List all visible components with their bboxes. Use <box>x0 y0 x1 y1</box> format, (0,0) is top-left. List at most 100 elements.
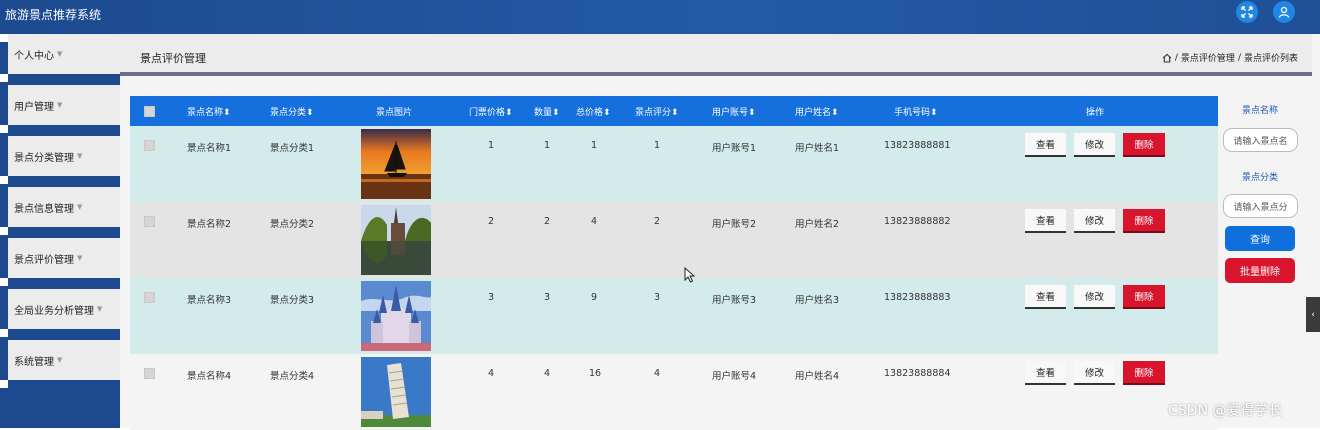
collapse-panel-handle[interactable]: ‹ <box>1306 297 1320 332</box>
cell-quantity: 3 <box>544 292 551 303</box>
column-header-category[interactable]: 景点分类⬍ <box>270 105 314 118</box>
caret-down-icon: ▼ <box>57 101 63 109</box>
sidebar-item-review-management[interactable]: 景点评价管理 ▼ <box>8 238 120 278</box>
row-checkbox[interactable] <box>144 292 155 303</box>
cell-account: 用户账号4 <box>712 371 757 382</box>
sunset-sailboat-image <box>361 129 431 199</box>
cell-account: 用户账号2 <box>712 219 757 230</box>
cell-category: 景点分类4 <box>270 371 315 382</box>
app-title: 旅游景点推荐系统 <box>5 8 102 22</box>
cell-category: 景点分类2 <box>270 219 315 230</box>
column-header-price[interactable]: 门票价格⬍ <box>469 105 513 118</box>
cell-rating: 4 <box>654 368 661 379</box>
sidebar-item-analysis-management[interactable]: 全局业务分析管理 ▼ <box>8 289 120 329</box>
sidebar-item-label: 用户管理 <box>14 101 54 113</box>
main-content: 景点评价管理 / 景点评价管理 / 景点评价列表 景点名称⬍ 景点分类⬍ 景点图… <box>120 34 1320 430</box>
column-header-account[interactable]: 用户账号⬍ <box>712 105 756 118</box>
cell-phone: 13823888883 <box>884 292 951 303</box>
fairytale-castle-image <box>361 281 431 351</box>
row-checkbox[interactable] <box>144 140 155 151</box>
cell-name: 景点名称2 <box>187 219 232 230</box>
sort-icon: ⬍ <box>831 108 839 118</box>
delete-button[interactable]: 删除 <box>1123 209 1165 233</box>
column-header-name[interactable]: 景点名称⬍ <box>187 105 231 118</box>
leaning-tower-image <box>361 357 431 427</box>
cell-price: 2 <box>488 216 495 227</box>
sidebar-item-label: 系统管理 <box>14 356 54 368</box>
sidebar-item-label: 景点信息管理 <box>14 203 74 215</box>
column-header-user-name[interactable]: 用户姓名⬍ <box>795 105 839 118</box>
view-button[interactable]: 查看 <box>1025 361 1066 385</box>
cell-name: 景点名称1 <box>187 143 232 154</box>
caret-down-icon: ▼ <box>77 203 83 211</box>
review-table: 景点名称⬍ 景点分类⬍ 景点图片 门票价格⬍ 数量⬍ 总价格⬍ 景点评分⬍ 用户… <box>130 96 1218 430</box>
category-search-label: 景点分类 <box>1241 173 1278 183</box>
cell-price: 4 <box>488 368 495 379</box>
delete-button[interactable]: 删除 <box>1123 133 1165 157</box>
search-button[interactable]: 查询 <box>1225 226 1295 251</box>
breadcrumb-item-review-management[interactable]: 景点评价管理 <box>1181 51 1235 64</box>
caret-down-icon: ▼ <box>97 305 103 313</box>
cell-total: 9 <box>591 292 598 303</box>
cell-user-name: 用户姓名4 <box>795 371 840 382</box>
table-row: 景点名称1 景点分类1 1 1 1 1 用户账号1 用户姓名1 13823888… <box>130 126 1218 202</box>
column-header-rating[interactable]: 景点评分⬍ <box>635 105 679 118</box>
name-search-input[interactable]: 请输入景点名 <box>1223 128 1298 152</box>
top-bar: 旅游景点推荐系统 <box>0 0 1320 34</box>
caret-down-icon: ▼ <box>77 254 83 262</box>
sidebar-item-category-management[interactable]: 景点分类管理 ▼ <box>8 136 120 176</box>
edit-button[interactable]: 修改 <box>1074 285 1115 309</box>
sidebar-notch <box>0 125 8 133</box>
cell-account: 用户账号3 <box>712 295 757 306</box>
edit-button[interactable]: 修改 <box>1074 209 1115 233</box>
cell-rating: 1 <box>654 140 661 151</box>
sort-icon: ⬍ <box>552 108 560 118</box>
cell-user-name: 用户姓名2 <box>795 219 840 230</box>
sidebar-item-system-management[interactable]: 系统管理 ▼ <box>8 340 120 380</box>
breadcrumb: / 景点评价管理 / 景点评价列表 <box>1162 51 1298 64</box>
sidebar: 个人中心 ▼ 用户管理 ▼ 景点分类管理 ▼ 景点信息管理 ▼ 景点评价管理 ▼ 全局业务… <box>0 34 120 428</box>
column-header-image: 景点图片 <box>376 108 413 118</box>
cell-name: 景点名称3 <box>187 295 232 306</box>
cell-total: 1 <box>591 140 598 151</box>
user-icon[interactable] <box>1273 1 1295 23</box>
delete-button[interactable]: 删除 <box>1123 285 1165 309</box>
cell-phone: 13823888881 <box>884 140 951 151</box>
row-checkbox[interactable] <box>144 216 155 227</box>
sort-icon: ⬍ <box>930 108 938 118</box>
column-header-phone[interactable]: 手机号码⬍ <box>894 105 938 118</box>
caret-down-icon: ▼ <box>77 152 83 160</box>
batch-delete-button[interactable]: 批量删除 <box>1225 258 1295 283</box>
sidebar-item-user-management[interactable]: 用户管理 ▼ <box>8 85 120 125</box>
view-button[interactable]: 查看 <box>1025 285 1066 309</box>
caret-down-icon: ▼ <box>57 50 63 58</box>
cell-total: 16 <box>589 368 602 379</box>
sort-icon: ⬍ <box>748 108 756 118</box>
edit-button[interactable]: 修改 <box>1074 361 1115 385</box>
delete-button[interactable]: 删除 <box>1123 361 1165 385</box>
cell-phone: 13823888884 <box>884 368 951 379</box>
view-button[interactable]: 查看 <box>1025 133 1066 157</box>
column-header-quantity[interactable]: 数量⬍ <box>534 105 560 118</box>
home-icon[interactable] <box>1162 53 1172 63</box>
cell-rating: 3 <box>654 292 661 303</box>
table-row: 景点名称4 景点分类4 4 4 16 4 用户账号4 用户姓名4 1382388… <box>130 354 1218 430</box>
sidebar-notch <box>0 74 8 82</box>
column-header-total[interactable]: 总价格⬍ <box>576 105 611 118</box>
sidebar-item-label: 个人中心 <box>14 50 54 62</box>
expand-icon[interactable] <box>1236 1 1258 23</box>
cell-user-name: 用户姓名3 <box>795 295 840 306</box>
cell-total: 4 <box>591 216 598 227</box>
cell-price: 3 <box>488 292 495 303</box>
breadcrumb-separator: / <box>1237 52 1241 63</box>
sidebar-item-label: 景点评价管理 <box>14 254 74 266</box>
sort-icon: ⬍ <box>505 108 513 118</box>
row-checkbox[interactable] <box>144 368 155 379</box>
select-all-checkbox[interactable] <box>144 106 155 117</box>
view-button[interactable]: 查看 <box>1025 209 1066 233</box>
lake-church-image <box>361 205 431 275</box>
sidebar-item-info-management[interactable]: 景点信息管理 ▼ <box>8 187 120 227</box>
sidebar-item-personal-center[interactable]: 个人中心 ▼ <box>8 34 120 74</box>
category-search-input[interactable]: 请输入景点分 <box>1223 194 1298 218</box>
edit-button[interactable]: 修改 <box>1074 133 1115 157</box>
